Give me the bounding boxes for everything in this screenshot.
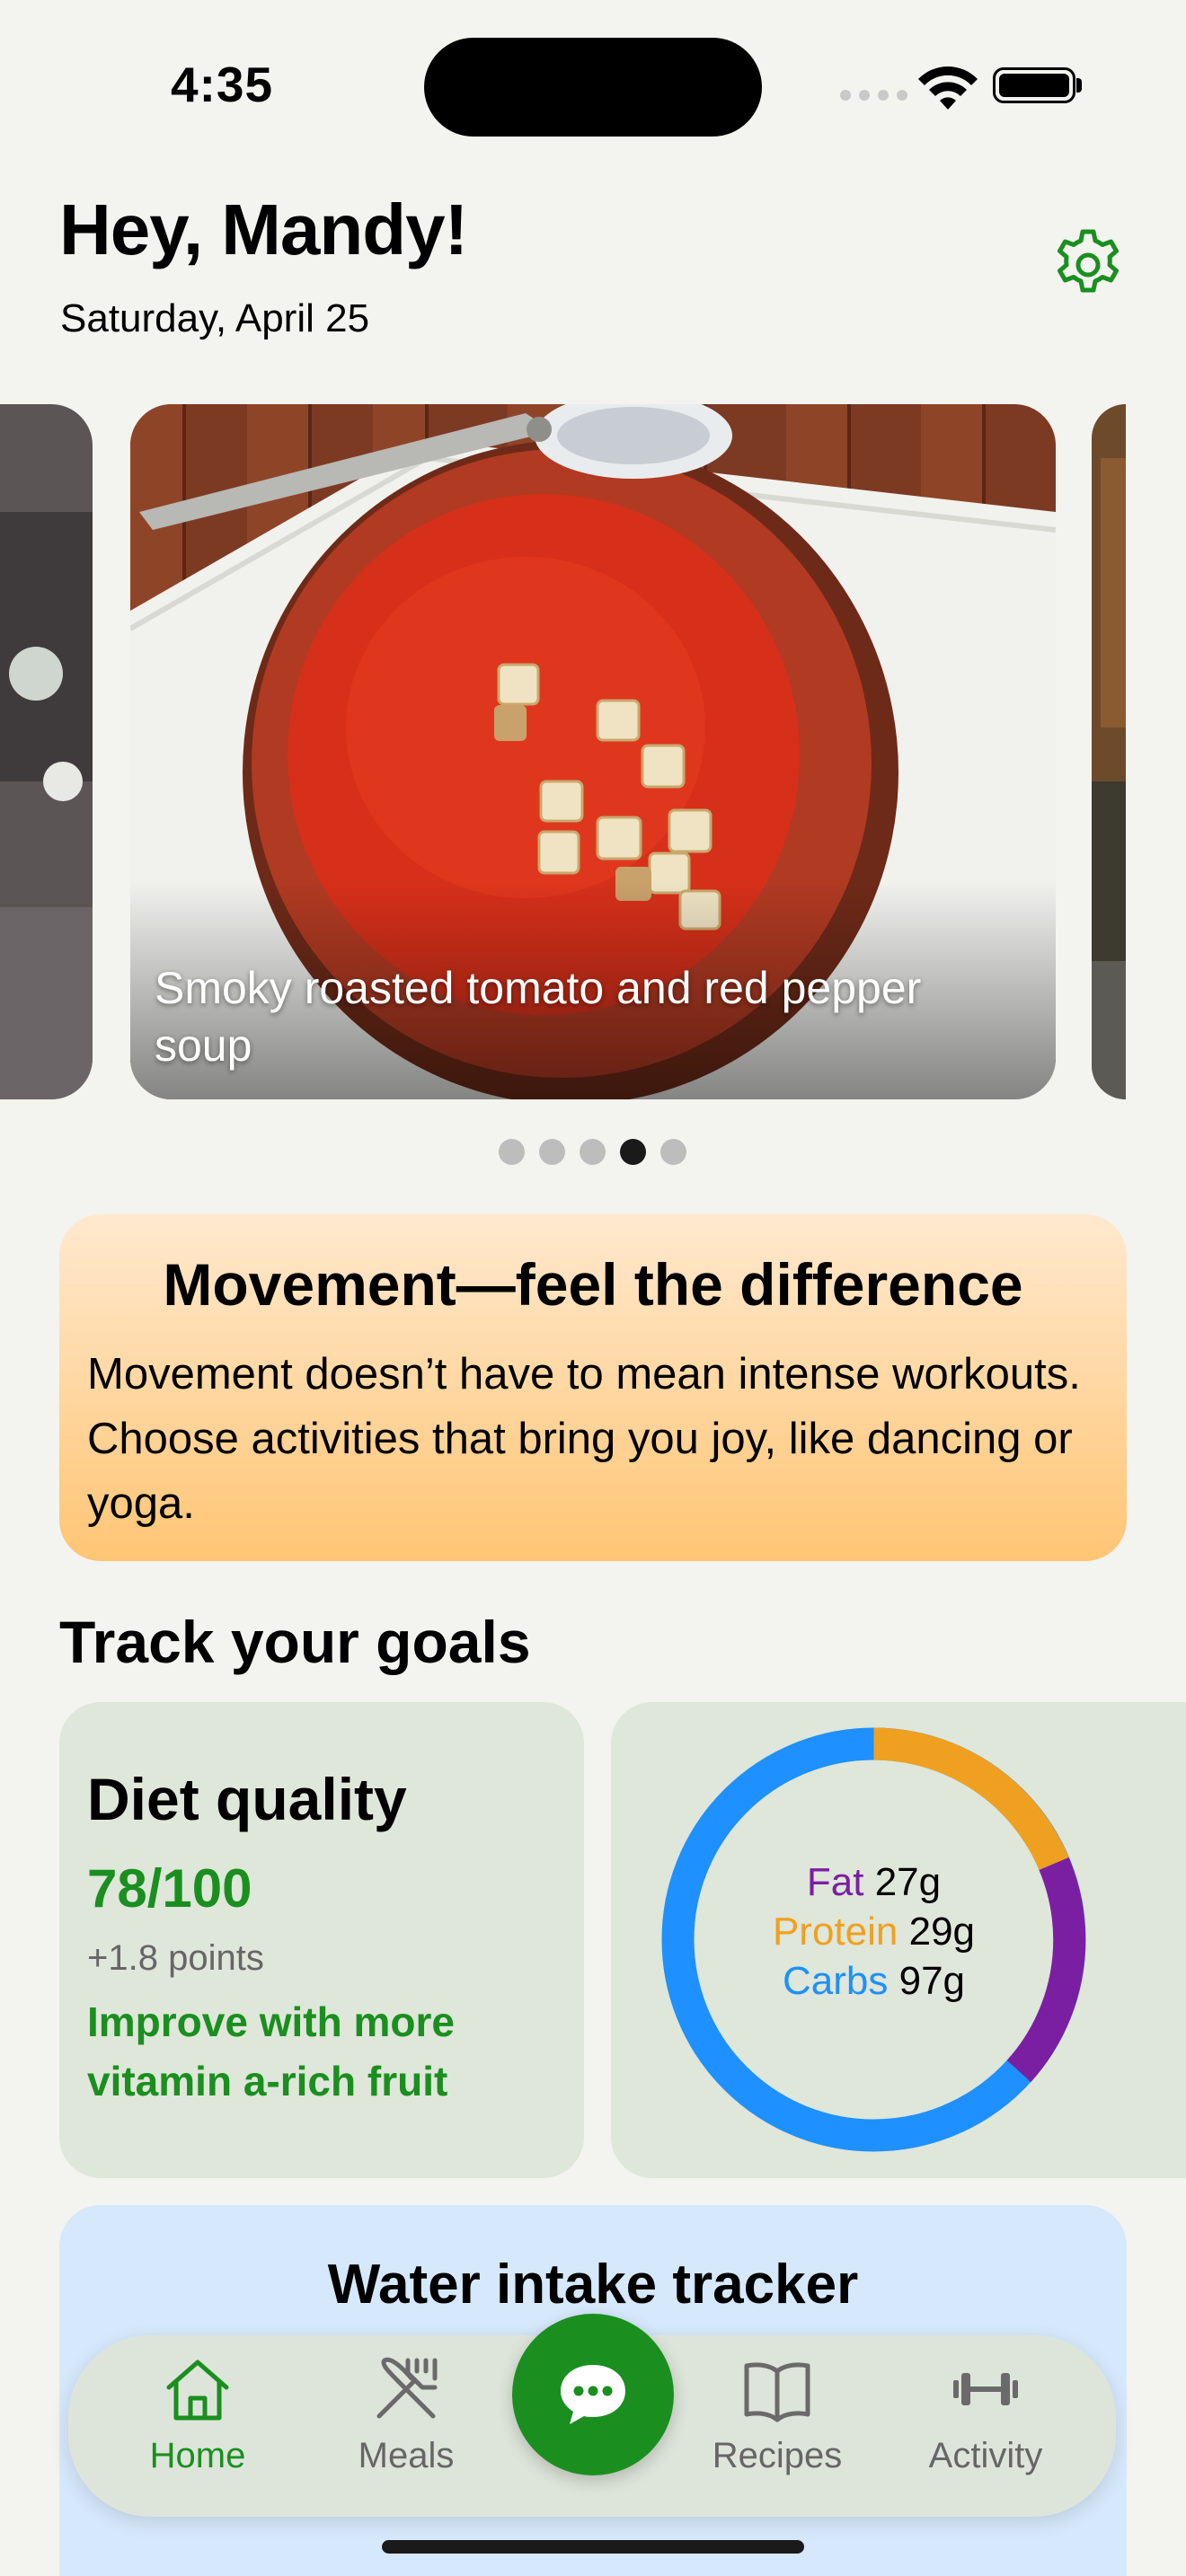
carousel-card-next[interactable] <box>1092 404 1126 1099</box>
battery-icon <box>993 67 1075 103</box>
book-icon <box>744 2362 810 2422</box>
carousel-dot[interactable] <box>580 1139 606 1165</box>
carousel-dot[interactable] <box>660 1139 686 1165</box>
gear-icon[interactable] <box>1049 226 1127 304</box>
chat-button[interactable] <box>512 2314 674 2475</box>
diet-quality-delta: +1.8 points <box>87 1938 264 1978</box>
home-indicator[interactable] <box>382 2540 804 2554</box>
greeting-title: Hey, Mandy! <box>59 190 468 269</box>
cellular-signal-icon <box>840 90 907 101</box>
date-label: Saturday, April 25 <box>60 296 370 340</box>
carousel-dot[interactable] <box>539 1139 565 1165</box>
diet-quality-score: 78/100 <box>87 1858 252 1919</box>
tab-meals-label: Meals <box>358 2436 455 2475</box>
fat-label: Fat <box>806 1860 864 1904</box>
tab-home[interactable]: Home <box>108 2353 288 2476</box>
carbs-label: Carbs <box>782 1959 889 2003</box>
carousel-page-indicator[interactable] <box>499 1139 686 1165</box>
tip-title: Movement—feel the difference <box>163 1251 1023 1318</box>
macros-summary: Fat 27g Protein 29g Carbs 97g <box>660 1857 1087 2006</box>
fork-knife-icon <box>376 2357 438 2419</box>
wifi-icon <box>918 66 978 110</box>
diet-quality-suggestion: Improve with more vitamin a-rich fruit <box>87 1998 455 2104</box>
chat-bubble-icon <box>561 2365 625 2424</box>
carousel-card-previous[interactable] <box>0 404 93 1099</box>
recipe-caption: Smoky roasted tomato and red pepper soup <box>155 963 922 1071</box>
tab-meals[interactable]: Meals <box>316 2353 496 2476</box>
carousel-dot[interactable] <box>499 1139 525 1165</box>
status-time: 4:35 <box>171 57 274 112</box>
tab-activity-label: Activity <box>928 2436 1043 2475</box>
goals-section-title: Track your goals <box>59 1609 531 1675</box>
tab-activity[interactable]: Activity <box>896 2353 1075 2476</box>
battery-cap <box>1076 78 1082 93</box>
dynamic-island <box>424 38 762 137</box>
protein-value: 29g <box>908 1910 976 1954</box>
house-icon <box>166 2360 229 2421</box>
tab-recipes-label: Recipes <box>712 2436 843 2475</box>
tip-body: Movement doesn’t have to mean intense wo… <box>87 1350 1081 1528</box>
carbs-value: 97g <box>898 1959 966 2003</box>
water-intake-title: Water intake tracker <box>327 2254 859 2316</box>
protein-label: Protein <box>772 1910 898 1954</box>
dumbbell-icon <box>953 2373 1018 2405</box>
carousel-dot[interactable] <box>620 1139 646 1165</box>
fat-value: 27g <box>874 1860 942 1904</box>
tab-recipes[interactable]: Recipes <box>687 2353 867 2476</box>
diet-quality-title: Diet quality <box>87 1766 407 1832</box>
tab-home-label: Home <box>149 2436 246 2475</box>
